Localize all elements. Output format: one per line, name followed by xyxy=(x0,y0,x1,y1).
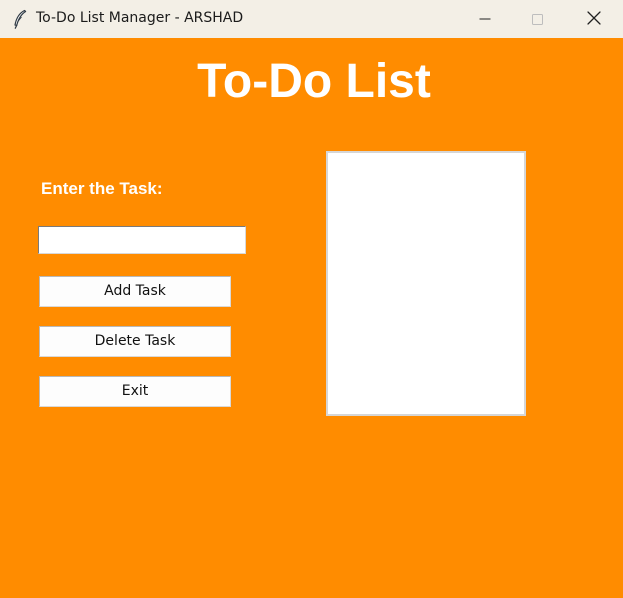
close-icon xyxy=(587,10,601,29)
add-task-button[interactable]: Add Task xyxy=(39,276,231,307)
maximize-button[interactable] xyxy=(514,0,560,38)
feather-icon xyxy=(12,9,28,29)
title-bar[interactable]: To-Do List Manager - ARSHAD xyxy=(0,0,623,38)
delete-task-button[interactable]: Delete Task xyxy=(39,326,231,357)
task-listbox[interactable] xyxy=(326,151,526,416)
main-content: To-Do List Enter the Task: Add Task Dele… xyxy=(0,38,623,598)
minimize-icon xyxy=(479,10,491,29)
exit-button[interactable]: Exit xyxy=(39,376,231,407)
page-title: To-Do List xyxy=(197,55,431,108)
task-input[interactable] xyxy=(38,226,246,254)
window-title: To-Do List Manager - ARSHAD xyxy=(36,10,244,26)
maximize-icon xyxy=(531,10,543,29)
close-button[interactable] xyxy=(571,0,617,38)
task-entry-label: Enter the Task: xyxy=(41,179,163,198)
todo-list-window: To-Do List Manager - ARSHAD To-Do List E… xyxy=(0,0,623,598)
minimize-button[interactable] xyxy=(462,0,508,38)
